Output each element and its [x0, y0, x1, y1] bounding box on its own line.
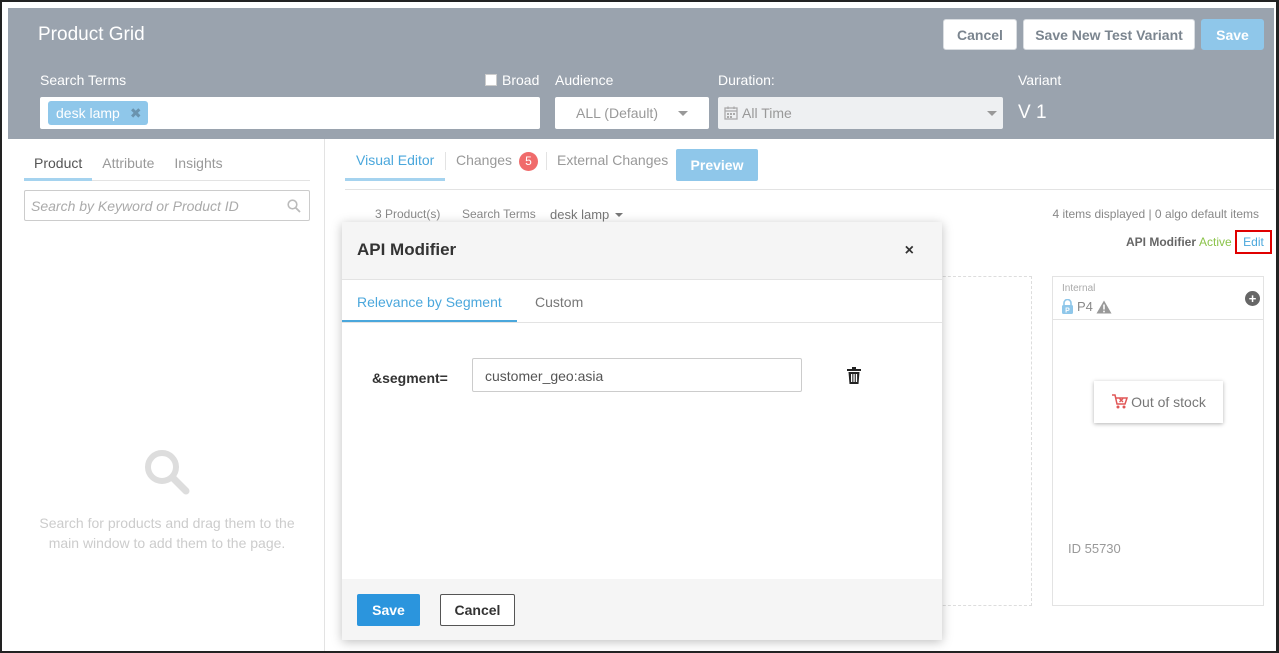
audience-select[interactable]: ALL (Default): [555, 97, 709, 129]
modal-cancel-button[interactable]: Cancel: [440, 594, 515, 626]
calendar-icon: [724, 106, 738, 120]
modal-save-button[interactable]: Save: [357, 594, 420, 626]
product-count: 3 Product(s): [375, 207, 441, 221]
search-terms-dropdown[interactable]: desk lamp: [550, 207, 624, 222]
product-search-panel: Product Attribute Insights Search by Key…: [8, 139, 325, 651]
close-icon[interactable]: ×: [905, 242, 914, 260]
preview-button[interactable]: Preview: [676, 149, 758, 181]
audience-value: ALL (Default): [576, 105, 658, 121]
active-tab-indicator: [345, 178, 445, 181]
search-terms-input[interactable]: desk lamp ✖: [40, 97, 540, 129]
modal-title: API Modifier: [357, 240, 457, 259]
search-tag: desk lamp ✖: [48, 101, 148, 125]
position-label: P4: [1077, 299, 1093, 314]
search-terms-label: Search Terms: [40, 72, 127, 88]
active-tab-indicator: [342, 320, 517, 322]
changes-count-badge: 5: [518, 152, 538, 171]
tab-attribute[interactable]: Attribute: [92, 153, 164, 181]
segment-input[interactable]: customer_geo:asia: [472, 358, 802, 392]
modal-footer: Save Cancel: [342, 579, 942, 640]
items-displayed-text: 4 items displayed | 0 algo default items: [1052, 207, 1259, 221]
variant-value: V 1: [1018, 102, 1047, 123]
tab-divider: [546, 152, 547, 170]
product-search-input[interactable]: Search by Keyword or Product ID: [24, 190, 310, 221]
product-card[interactable]: Internal P P4 + Out of stock ID 55730: [1052, 276, 1264, 606]
lock-icon: P: [1062, 299, 1073, 315]
header-bar: Product Grid Cancel Save New Test Varian…: [8, 8, 1274, 139]
tab-divider: [445, 152, 446, 170]
out-of-stock-label: Out of stock: [1131, 394, 1206, 410]
plus-circle-icon[interactable]: +: [1245, 291, 1260, 306]
search-tag-label: desk lamp: [56, 105, 120, 121]
cancel-button[interactable]: Cancel: [943, 19, 1017, 50]
chevron-down-icon: [987, 111, 997, 116]
save-new-test-variant-button[interactable]: Save New Test Variant: [1023, 19, 1195, 50]
svg-text:P: P: [1065, 308, 1070, 315]
main-tabs: Visual Editor Changes 5 External Changes…: [345, 148, 1274, 190]
modal-tabs: Relevance by Segment Custom: [342, 280, 942, 323]
product-search-placeholder: Search by Keyword or Product ID: [31, 198, 239, 214]
search-terms-meta-label: Search Terms: [462, 207, 536, 221]
app-window: Product Grid Cancel Save New Test Varian…: [0, 0, 1279, 653]
left-tabs: Product Attribute Insights: [24, 153, 310, 181]
tab-changes-label: Changes: [456, 152, 513, 168]
tab-external-changes[interactable]: External Changes: [557, 152, 668, 168]
save-button[interactable]: Save: [1201, 19, 1264, 50]
page-title: Product Grid: [38, 24, 145, 45]
out-of-stock-badge: Out of stock: [1094, 381, 1223, 423]
cart-icon: [1112, 394, 1129, 409]
segment-label: &segment=: [372, 370, 448, 386]
broad-toggle[interactable]: Broad: [485, 72, 539, 88]
search-icon: [145, 450, 190, 495]
empty-state-text: Search for products and drag them to the…: [39, 515, 295, 551]
warning-icon: [1096, 300, 1112, 313]
chevron-down-icon: [677, 110, 688, 116]
modal-header: API Modifier ×: [342, 222, 942, 280]
tab-changes[interactable]: Changes 5: [456, 152, 538, 171]
tab-product[interactable]: Product: [24, 153, 93, 181]
search-icon: [287, 199, 301, 213]
api-modifier-modal: API Modifier × Relevance by Segment Cust…: [342, 222, 942, 640]
position-indicator: P P4: [1061, 299, 1112, 314]
tab-relevance-by-segment[interactable]: Relevance by Segment: [357, 294, 502, 310]
product-id: ID 55730: [1068, 541, 1121, 556]
tab-insights[interactable]: Insights: [164, 153, 232, 181]
api-modifier-status: Active: [1199, 235, 1232, 249]
search-terms-meta-value: desk lamp: [550, 207, 610, 222]
api-modifier-edit-link[interactable]: Edit: [1235, 230, 1272, 254]
duration-value: All Time: [742, 105, 792, 121]
broad-label: Broad: [502, 72, 540, 88]
product-card-header: Internal P P4 +: [1053, 277, 1263, 320]
internal-label: Internal: [1062, 283, 1096, 294]
api-modifier-label: API Modifier: [1126, 235, 1197, 249]
tab-custom[interactable]: Custom: [535, 294, 583, 310]
broad-checkbox[interactable]: [485, 74, 497, 86]
variant-label: Variant: [1018, 72, 1062, 88]
duration-label: Duration:: [718, 72, 775, 88]
close-x-icon[interactable]: ✖: [130, 105, 142, 122]
audience-label: Audience: [555, 72, 614, 88]
tab-visual-editor[interactable]: Visual Editor: [356, 152, 434, 168]
trash-icon[interactable]: [847, 367, 861, 384]
chevron-down-icon: [615, 212, 624, 217]
duration-select[interactable]: All Time: [718, 97, 1003, 129]
